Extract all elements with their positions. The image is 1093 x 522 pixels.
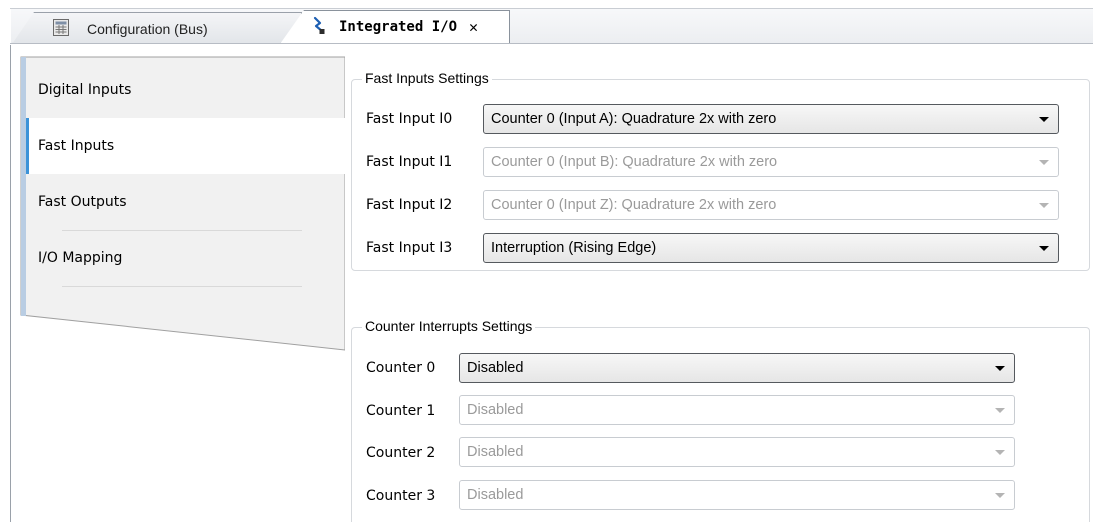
nav-item-fast-outputs[interactable]: Fast Outputs: [26, 174, 345, 230]
selection-indicator: [26, 118, 29, 174]
counter-3-dropdown: Disabled: [459, 480, 1015, 510]
dropdown-arrow-icon: [995, 408, 1005, 413]
nav-item-fast-inputs[interactable]: Fast Inputs: [26, 118, 345, 174]
nav-divider: [62, 286, 302, 287]
counter-2-dropdown: Disabled: [459, 437, 1015, 467]
fast-input-i1-label: Fast Input I1: [366, 154, 453, 170]
dropdown-value: Counter 0 (Input B): Quadrature 2x with …: [491, 154, 778, 170]
counter-1-dropdown: Disabled: [459, 395, 1015, 425]
dropdown-arrow-icon: [995, 493, 1005, 498]
dropdown-arrow-icon: [1039, 246, 1049, 251]
nav-item-label: Fast Outputs: [38, 194, 127, 210]
tab-integrated-io[interactable]: Integrated I/O ✕: [280, 10, 510, 44]
dropdown-arrow-icon: [995, 366, 1005, 371]
fast-input-i1-dropdown: Counter 0 (Input B): Quadrature 2x with …: [483, 147, 1059, 177]
dropdown-arrow-icon: [1039, 160, 1049, 165]
dropdown-arrow-icon: [995, 450, 1005, 455]
table-icon: [53, 18, 69, 39]
dropdown-value: Disabled: [467, 402, 524, 418]
dropdown-value: Counter 0 (Input A): Quadrature 2x with …: [491, 111, 777, 127]
counter-3-label: Counter 3: [366, 488, 436, 504]
dropdown-value: Counter 0 (Input Z): Quadrature 2x with …: [491, 197, 777, 213]
group-title: Counter Interrupts Settings: [362, 318, 536, 334]
fast-input-i3-label: Fast Input I3: [366, 240, 453, 256]
fast-input-i2-dropdown: Counter 0 (Input Z): Quadrature 2x with …: [483, 190, 1059, 220]
tab-strip-bottom-border: [10, 43, 1093, 44]
fast-inputs-settings-group: Fast Inputs Settings Fast Input I0 Count…: [351, 70, 1090, 271]
editor-tab-bar: Configuration (Bus) Integrated I/O ✕: [0, 0, 1093, 45]
counter-interrupts-settings-group: Counter Interrupts Settings Counter 0 Di…: [351, 318, 1090, 522]
dropdown-value: Disabled: [467, 360, 524, 376]
fast-input-i0-label: Fast Input I0: [366, 111, 453, 127]
tab-configuration-bus[interactable]: Configuration (Bus): [12, 12, 302, 44]
close-tab-icon[interactable]: ✕: [469, 18, 478, 36]
counter-0-dropdown[interactable]: Disabled: [459, 353, 1015, 383]
dropdown-arrow-icon: [1039, 203, 1049, 208]
fast-input-i0-dropdown[interactable]: Counter 0 (Input A): Quadrature 2x with …: [483, 104, 1059, 134]
dropdown-value: Disabled: [467, 487, 524, 503]
counter-1-label: Counter 1: [366, 403, 436, 419]
nav-item-label: I/O Mapping: [38, 250, 123, 266]
dropdown-value: Interruption (Rising Edge): [491, 240, 657, 256]
counter-0-label: Counter 0: [366, 360, 436, 376]
counter-2-label: Counter 2: [366, 445, 436, 461]
tab-strip-top-border: [10, 8, 1093, 9]
left-navigation-panel: Digital Inputs Fast Inputs Fast Outputs …: [0, 45, 345, 522]
dropdown-arrow-icon: [1039, 117, 1049, 122]
dropdown-value: Disabled: [467, 444, 524, 460]
fast-input-i2-label: Fast Input I2: [366, 197, 453, 213]
nav-item-label: Digital Inputs: [38, 82, 132, 98]
nav-item-digital-inputs[interactable]: Digital Inputs: [26, 62, 345, 118]
tab-label: Integrated I/O: [339, 19, 458, 35]
tab-label: Configuration (Bus): [87, 20, 208, 37]
nav-item-io-mapping[interactable]: I/O Mapping: [26, 230, 345, 286]
io-connector-icon: [313, 16, 325, 38]
nav-item-label: Fast Inputs: [38, 138, 115, 154]
fast-input-i3-dropdown[interactable]: Interruption (Rising Edge): [483, 233, 1059, 263]
group-title: Fast Inputs Settings: [362, 70, 492, 86]
